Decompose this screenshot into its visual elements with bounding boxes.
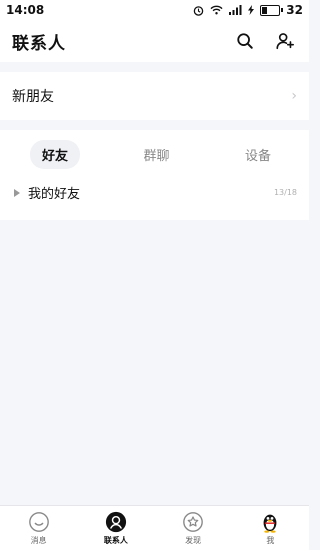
contacts-icon bbox=[105, 511, 126, 532]
status-icons: 32 bbox=[193, 3, 303, 17]
add-friend-button[interactable] bbox=[273, 29, 297, 53]
charging-icon bbox=[248, 5, 255, 15]
contact-tabs: 好友 群聊 设备 bbox=[0, 130, 309, 169]
nav-discover[interactable]: 发现 bbox=[155, 506, 232, 550]
chevron-right-icon: › bbox=[291, 88, 297, 104]
friend-group-count: 13/18 bbox=[273, 188, 297, 197]
nav-me[interactable]: 我 bbox=[232, 506, 309, 550]
new-friends-label: 新朋友 bbox=[12, 89, 54, 105]
signal-icon bbox=[229, 5, 242, 15]
nav-messages[interactable]: 消息 bbox=[0, 506, 77, 550]
qq-penguin-icon bbox=[263, 514, 277, 533]
nav-discover-label: 发现 bbox=[185, 535, 202, 545]
battery-level: 32 bbox=[286, 3, 303, 17]
tab-devices[interactable]: 设备 bbox=[233, 140, 283, 169]
alarm-icon bbox=[194, 5, 204, 16]
empty-area bbox=[0, 220, 309, 505]
tab-groups[interactable]: 群聊 bbox=[131, 140, 181, 169]
status-time: 14:08 bbox=[6, 3, 45, 17]
page-title: 联系人 bbox=[12, 33, 66, 54]
add-user-icon bbox=[276, 33, 294, 50]
discover-icon bbox=[183, 511, 203, 532]
status-bar: 14:08 32 bbox=[0, 0, 309, 20]
message-icon bbox=[28, 511, 49, 532]
friend-group-row[interactable]: 我的好友 13/18 bbox=[0, 169, 309, 202]
title-bar: 联系人 bbox=[0, 20, 309, 62]
search-icon bbox=[237, 33, 253, 49]
friend-group-label: 我的好友 bbox=[28, 187, 81, 202]
nav-contacts-label: 联系人 bbox=[103, 535, 128, 545]
nav-me-label: 我 bbox=[266, 535, 275, 545]
nav-contacts[interactable]: 联系人 bbox=[77, 506, 154, 550]
battery-icon bbox=[260, 4, 284, 16]
new-friends-row[interactable]: 新朋友 › bbox=[0, 72, 309, 120]
nav-messages-label: 消息 bbox=[30, 535, 47, 545]
expand-arrow-icon bbox=[14, 188, 20, 197]
tab-friends[interactable]: 好友 bbox=[30, 140, 81, 169]
contacts-screen: 14:08 32 联系人 新朋友 › 好友 群聊 设备 我的好友 13/18 消… bbox=[0, 0, 309, 550]
bottom-nav: 消息 联系人 发现 我 bbox=[0, 505, 309, 550]
search-button[interactable] bbox=[233, 29, 257, 53]
wifi-icon bbox=[210, 5, 223, 15]
